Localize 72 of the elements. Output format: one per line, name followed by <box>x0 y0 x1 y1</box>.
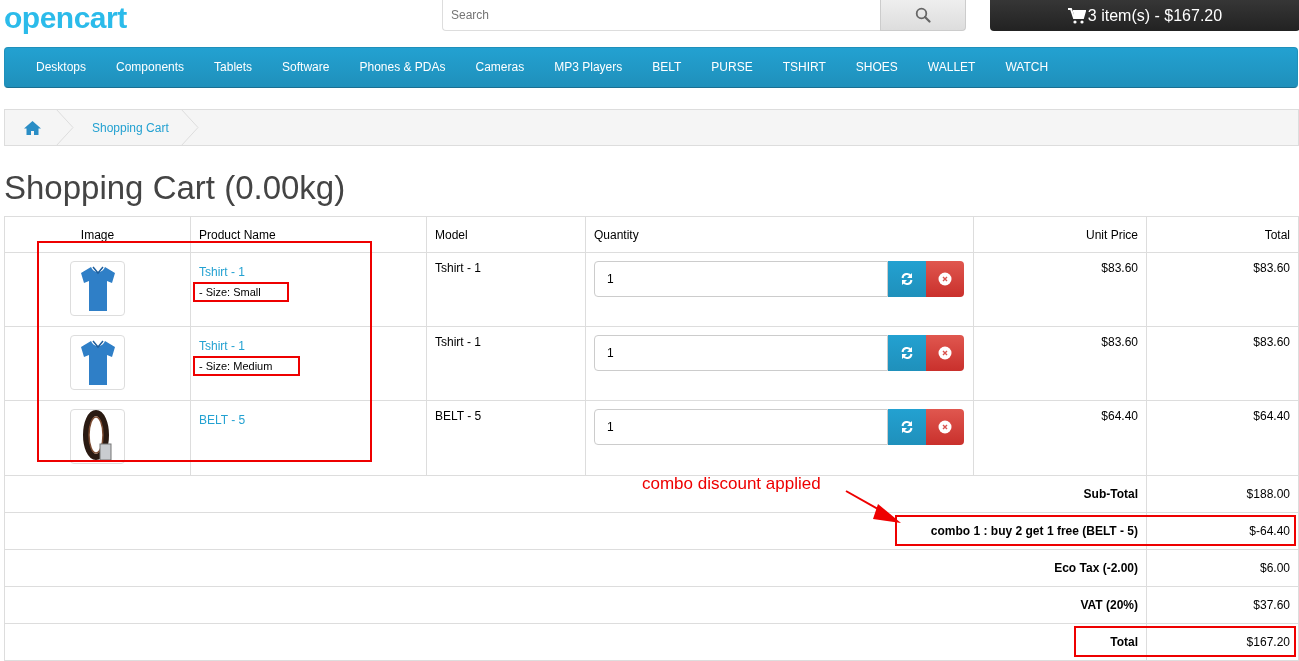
menu-item[interactable]: Components <box>101 47 200 88</box>
table-cell: Tshirt - 1 <box>426 252 586 327</box>
breadcrumb-link[interactable]: Shopping Cart <box>74 110 181 145</box>
menu-item[interactable]: Phones & PDAs <box>344 47 461 88</box>
quantity-field[interactable]: 1 <box>594 261 888 297</box>
menu-item[interactable]: TSHIRT <box>767 47 841 88</box>
table-cell: $83.60 <box>1146 326 1299 401</box>
home-icon <box>24 120 41 135</box>
total-value: $-64.40 <box>1146 512 1299 549</box>
remove-button[interactable] <box>926 335 964 371</box>
refresh-icon <box>900 420 914 434</box>
table-cell: $64.40 <box>973 400 1147 475</box>
product-option: - Size: Medium <box>193 356 301 376</box>
menu-item[interactable]: BELT <box>637 47 697 88</box>
total-label: Total <box>1110 634 1138 649</box>
column-header: Model <box>426 216 586 253</box>
total-value: $188.00 <box>1146 475 1299 512</box>
column-header: Quantity <box>585 216 974 253</box>
table-cell: $64.40 <box>1146 400 1299 475</box>
table-cell: Tshirt - 1 <box>426 326 586 401</box>
remove-icon <box>938 346 952 360</box>
search-icon <box>915 7 931 23</box>
refresh-icon <box>900 272 914 286</box>
total-label: VAT (20%) <box>1080 597 1138 612</box>
refresh-icon <box>900 346 914 360</box>
product-link[interactable]: BELT - 5 <box>199 413 246 427</box>
table-cell: $83.60 <box>1146 252 1299 327</box>
column-header: Product Name <box>190 216 427 253</box>
remove-button[interactable] <box>926 261 964 297</box>
remove-button[interactable] <box>926 409 964 445</box>
table-cell: BELT - 5 <box>426 400 586 475</box>
column-header: Unit Price <box>973 216 1147 253</box>
product-link[interactable]: Tshirt - 1 <box>199 265 245 279</box>
annotation-text: combo discount applied <box>642 474 821 494</box>
logo[interactable]: opencart <box>4 0 127 36</box>
total-value: $167.20 <box>1146 623 1299 660</box>
quantity-field[interactable]: 1 <box>594 409 888 445</box>
remove-icon <box>938 420 952 434</box>
search-button[interactable] <box>880 0 966 31</box>
annotation-arrow <box>845 490 901 523</box>
column-header: Total <box>1146 216 1299 253</box>
total-label: Eco Tax (-2.00) <box>1054 560 1138 575</box>
remove-icon <box>938 272 952 286</box>
update-button[interactable] <box>888 335 926 371</box>
product-thumbnail[interactable] <box>70 261 125 316</box>
total-label: combo 1 : buy 2 get 1 free (BELT - 5) <box>930 523 1138 538</box>
product-thumbnail[interactable] <box>70 409 125 464</box>
menu-item[interactable]: Tablets <box>199 47 268 88</box>
column-header: Image <box>4 216 191 253</box>
total-value: $6.00 <box>1146 549 1299 586</box>
total-value: $37.60 <box>1146 586 1299 623</box>
cart-icon <box>1067 7 1086 24</box>
table-cell: $83.60 <box>973 252 1147 327</box>
table-cell: $83.60 <box>973 326 1147 401</box>
product-link[interactable]: Tshirt - 1 <box>199 339 245 353</box>
menu-item[interactable]: Software <box>267 47 345 88</box>
menu-item[interactable]: Desktops <box>21 47 102 88</box>
product-thumbnail[interactable] <box>70 335 125 390</box>
menu-item[interactable]: MP3 Players <box>539 47 638 88</box>
menu-item[interactable]: Cameras <box>460 47 540 88</box>
search-field[interactable]: Search <box>442 0 880 31</box>
total-label: Sub-Total <box>1083 486 1138 501</box>
page-title: Shopping Cart (0.00kg) <box>4 168 347 208</box>
quantity-field[interactable]: 1 <box>594 335 888 371</box>
update-button[interactable] <box>888 261 926 297</box>
cart-button[interactable]: 3 item(s) - $167.20 <box>990 0 1299 31</box>
menu-item[interactable]: SHOES <box>840 47 913 88</box>
menu-item[interactable]: PURSE <box>696 47 768 88</box>
product-option: - Size: Small <box>193 282 289 302</box>
menu-item[interactable]: WATCH <box>990 47 1064 88</box>
update-button[interactable] <box>888 409 926 445</box>
menu-item[interactable]: WALLET <box>912 47 991 88</box>
